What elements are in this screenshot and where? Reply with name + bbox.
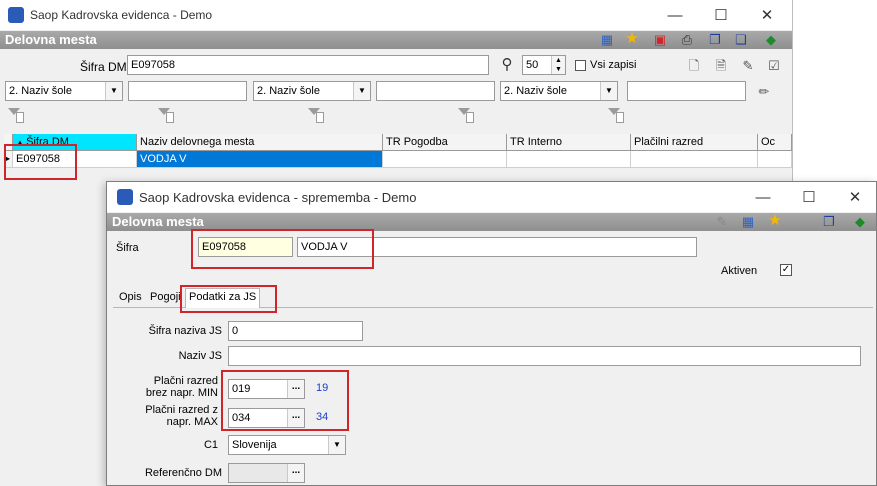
grid-cell-tr-interno[interactable]: [507, 151, 631, 168]
filter-text-2[interactable]: [376, 81, 495, 101]
grid-header-oc[interactable]: Oc: [758, 134, 792, 151]
aktiven-label: Aktiven: [721, 265, 758, 277]
aktiven-check: ✓: [781, 264, 791, 275]
copy-icon[interactable]: ❐: [820, 214, 838, 230]
filter-text-1[interactable]: [128, 81, 247, 101]
sifra-label: Šifra: [116, 242, 139, 254]
tab-pogoji[interactable]: Pogoji: [147, 289, 184, 307]
c1-label: C1: [203, 439, 218, 451]
filter-combo-2-value: 2. Naziv šole: [257, 85, 320, 97]
chevron-down-icon[interactable]: ▼: [328, 436, 345, 454]
filter-funnel-icon[interactable]: [458, 108, 474, 123]
dialog-close-button[interactable]: ✕: [832, 182, 877, 212]
sifra-dm-input[interactable]: E097058: [127, 55, 489, 75]
new-doc-icon[interactable]: 🗋: [685, 58, 703, 74]
placni-min-label: Plačni razred brez napr. MIN: [117, 375, 218, 399]
book-icon[interactable]: ◆: [762, 32, 780, 48]
edit-icon[interactable]: ✎: [713, 214, 731, 230]
maximize-button[interactable]: ☐: [698, 0, 744, 30]
grid-header-tr-pogodba[interactable]: TR Pogodba: [383, 134, 507, 151]
delete-icon[interactable]: ▣: [651, 32, 669, 48]
app-icon: [8, 7, 24, 23]
grid-cell-tr-pogodba[interactable]: [383, 151, 507, 168]
ellipsis-icon[interactable]: ...: [287, 464, 304, 482]
sifra-naziva-js-label: Šifra naziva JS: [148, 325, 222, 337]
dialog-maximize-button[interactable]: ☐: [786, 182, 832, 212]
tab-opis[interactable]: Opis: [116, 289, 145, 307]
placni-min-label-line1: Plačni razred: [153, 375, 218, 387]
star-icon[interactable]: ★: [766, 213, 784, 229]
chevron-down-icon[interactable]: ▼: [105, 82, 122, 100]
all-records-label: Vsi zapisi: [590, 59, 637, 71]
filter-combo-1-value: 2. Naziv šole: [9, 85, 72, 97]
filter-funnel-icon[interactable]: [608, 108, 624, 123]
chevron-down-icon[interactable]: ▼: [600, 82, 617, 100]
tree-icon[interactable]: ▦: [739, 214, 757, 230]
grid-header-placilni-razred[interactable]: Plačilni razred: [631, 134, 758, 151]
book-icon[interactable]: ◆: [851, 214, 869, 230]
close-button[interactable]: ✕: [744, 0, 790, 30]
highlight-box: [180, 285, 277, 313]
dialog-title: Saop Kadrovska evidenca - sprememba - De…: [139, 189, 417, 205]
filter-combo-3[interactable]: 2. Naziv šole ▼: [500, 81, 618, 101]
referencno-dm-label: Referenčno DM: [144, 467, 222, 479]
filter-text-3[interactable]: [627, 81, 746, 101]
print-icon[interactable]: ⎙: [678, 32, 696, 48]
count-input[interactable]: 50 ▲ ▼: [522, 55, 566, 75]
copy-icon[interactable]: ❐: [706, 32, 724, 48]
filter-combo-1[interactable]: 2. Naziv šole ▼: [5, 81, 123, 101]
grid-cell-placilni-razred[interactable]: [631, 151, 758, 168]
minimize-button[interactable]: —: [652, 0, 698, 30]
pencil-icon[interactable]: ✏: [755, 84, 773, 100]
sifra-naziva-js-input[interactable]: 0: [228, 321, 363, 341]
naziv-js-input[interactable]: [228, 346, 861, 366]
c1-combo[interactable]: Slovenija ▼: [228, 435, 346, 455]
chevron-down-icon[interactable]: ▼: [353, 82, 370, 100]
referencno-dm-input[interactable]: ...: [228, 463, 305, 483]
filter-funnel-icon[interactable]: [158, 108, 174, 123]
c1-value: Slovenija: [232, 439, 277, 451]
highlight-box: [221, 370, 349, 431]
all-records-checkbox[interactable]: [575, 60, 586, 71]
app-icon: [117, 189, 133, 205]
placni-min-label-line2: brez napr. MIN: [145, 387, 218, 399]
export-icon[interactable]: ❏: [732, 32, 750, 48]
section-header: Delovna mesta: [0, 31, 792, 49]
check-doc-icon[interactable]: ☑: [765, 58, 783, 74]
placni-max-label: Plačni razred z napr. MAX: [117, 404, 218, 428]
edit-doc-icon[interactable]: 🗎: [712, 58, 730, 74]
grid-header-tr-interno[interactable]: TR Interno: [507, 134, 631, 151]
sifra-dm-label: Šifra DM: [80, 60, 127, 74]
highlight-box: [4, 144, 77, 180]
tree-icon[interactable]: ▦: [598, 32, 616, 48]
grid-header-naziv[interactable]: Naziv delovnega mesta: [137, 134, 383, 151]
placni-max-label-line1: Plačni razred z: [145, 404, 218, 416]
main-window-title: Saop Kadrovska evidenca - Demo: [30, 8, 213, 22]
spinner-icon[interactable]: ▲ ▼: [551, 56, 565, 74]
count-value: 50: [526, 59, 539, 71]
edit-dialog: Saop Kadrovska evidenca - sprememba - De…: [106, 181, 877, 486]
grid-cell-oc[interactable]: [758, 151, 792, 168]
dialog-minimize-button[interactable]: —: [740, 182, 786, 212]
placni-max-label-line2: napr. MAX: [166, 416, 218, 428]
grid-cell-naziv[interactable]: VODJA V: [137, 151, 383, 168]
aktiven-checkbox[interactable]: ✓: [780, 264, 792, 276]
note-icon[interactable]: ✎: [739, 58, 757, 74]
filter-combo-3-value: 2. Naziv šole: [504, 85, 567, 97]
filter-combo-2[interactable]: 2. Naziv šole ▼: [253, 81, 371, 101]
star-icon[interactable]: ★: [623, 31, 641, 47]
search-icon[interactable]: ⚲: [498, 57, 516, 73]
filter-funnel-icon[interactable]: [308, 108, 324, 123]
naziv-js-label: Naziv JS: [178, 350, 222, 362]
filter-funnel-icon[interactable]: [8, 108, 24, 123]
highlight-box: [191, 229, 374, 269]
